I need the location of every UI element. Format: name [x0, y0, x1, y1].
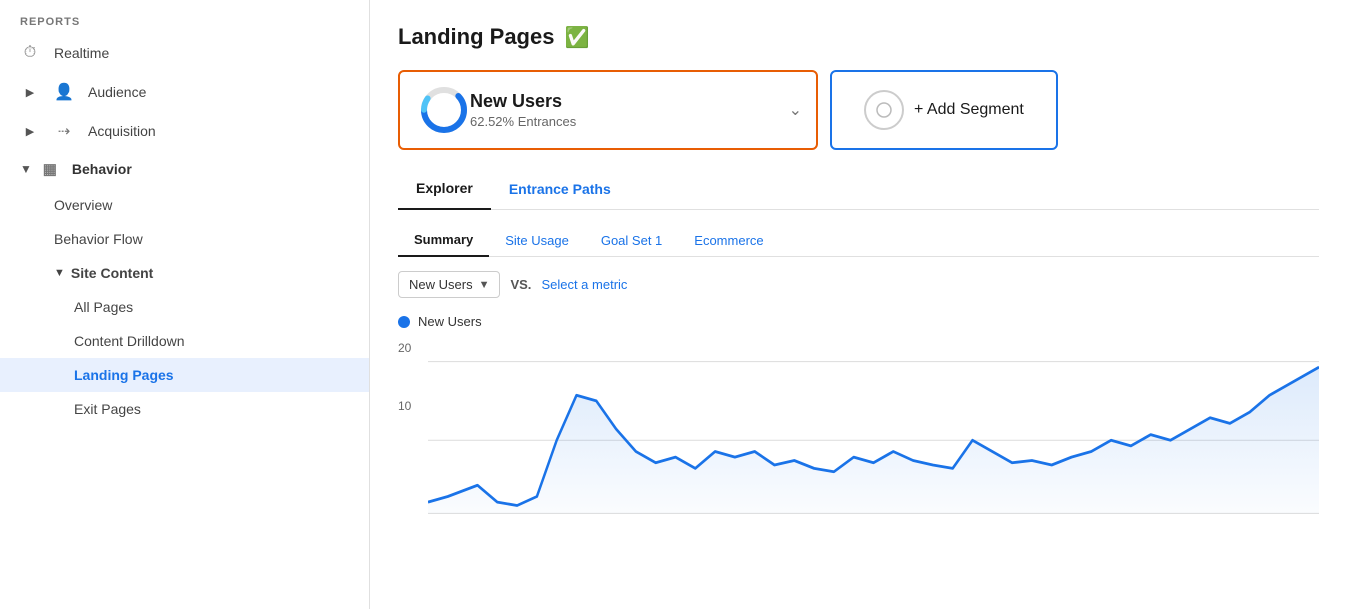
clock-icon: ⏱: [20, 44, 40, 62]
add-segment-label: + Add Segment: [914, 101, 1024, 119]
dropdown-arrow-icon: ▼: [479, 279, 490, 291]
segment-name: New Users: [470, 91, 576, 112]
segment-card-new-users[interactable]: New Users 62.52% Entrances ⌄: [398, 70, 818, 150]
sidebar-item-label: Realtime: [54, 45, 109, 61]
sidebar-item-audience[interactable]: ▶ 👤 Audience: [0, 72, 369, 112]
select-metric-link[interactable]: Select a metric: [541, 277, 627, 292]
add-segment-card[interactable]: + Add Segment: [830, 70, 1058, 150]
legend-label: New Users: [418, 314, 482, 329]
chart-svg: [428, 339, 1319, 519]
legend-dot-new-users: [398, 316, 410, 328]
acquisition-icon: ⇢: [54, 122, 74, 140]
chart-y-label-20: 20: [398, 341, 411, 355]
segment-sub: 62.52% Entrances: [470, 114, 576, 129]
sidebar-item-label: Site Content: [71, 265, 153, 281]
circle-icon: [876, 102, 892, 118]
page-header: Landing Pages ✅: [398, 24, 1319, 50]
add-segment-circle-icon: [864, 90, 904, 130]
vs-label: VS.: [510, 277, 531, 292]
segments-row: New Users 62.52% Entrances ⌄ + Add Segme…: [398, 70, 1319, 150]
page-title: Landing Pages: [398, 24, 554, 50]
sidebar-item-all-pages[interactable]: All Pages: [0, 290, 369, 324]
sidebar-item-label: Exit Pages: [74, 401, 141, 417]
sidebar-item-behavior[interactable]: ▼ ▦ Behavior: [0, 150, 369, 188]
tab-explorer[interactable]: Explorer: [398, 168, 491, 210]
chart-area: 20 10: [398, 339, 1319, 519]
sidebar-item-label: Acquisition: [88, 123, 156, 139]
sidebar-item-acquisition[interactable]: ▶ ⇢ Acquisition: [0, 112, 369, 150]
sub-tab-ecommerce[interactable]: Ecommerce: [678, 225, 779, 256]
sidebar-item-label: Overview: [54, 197, 112, 213]
behavior-expand-icon: ▼: [20, 162, 32, 176]
chart-y-label-10: 10: [398, 399, 411, 413]
sidebar-item-label: Landing Pages: [74, 367, 174, 383]
sidebar-item-label: Behavior Flow: [54, 231, 143, 247]
chart-legend: New Users: [398, 314, 1319, 329]
shield-icon: ✅: [564, 25, 589, 50]
sub-tab-site-usage[interactable]: Site Usage: [489, 225, 585, 256]
sidebar: REPORTS ⏱ Realtime ▶ 👤 Audience ▶ ⇢ Acqu…: [0, 0, 370, 609]
sidebar-item-content-drilldown[interactable]: Content Drilldown: [0, 324, 369, 358]
person-icon: 👤: [54, 82, 74, 102]
sub-tab-summary[interactable]: Summary: [398, 224, 489, 257]
reports-label: REPORTS: [0, 8, 369, 34]
sidebar-item-label: All Pages: [74, 299, 133, 315]
sub-tabs-row: Summary Site Usage Goal Set 1 Ecommerce: [398, 224, 1319, 257]
audience-expand-icon: ▶: [20, 86, 40, 99]
segment-donut-chart: [418, 84, 470, 136]
sidebar-item-behavior-flow[interactable]: Behavior Flow: [0, 222, 369, 256]
sidebar-item-label: Behavior: [72, 161, 132, 177]
segment-dropdown-arrow-icon[interactable]: ⌄: [789, 100, 802, 120]
sidebar-item-exit-pages[interactable]: Exit Pages: [0, 392, 369, 426]
sidebar-item-site-content[interactable]: ▼ Site Content: [0, 256, 369, 290]
sidebar-item-realtime[interactable]: ⏱ Realtime: [0, 34, 369, 72]
metric-dropdown[interactable]: New Users ▼: [398, 271, 500, 298]
segment-info: New Users 62.52% Entrances: [470, 91, 576, 129]
sidebar-item-label: Audience: [88, 84, 146, 100]
behavior-icon: ▦: [40, 160, 60, 178]
tab-entrance-paths[interactable]: Entrance Paths: [491, 169, 629, 209]
sidebar-item-label: Content Drilldown: [74, 333, 185, 349]
main-content: Landing Pages ✅ New Users 62.52% Entranc…: [370, 0, 1347, 609]
site-content-expand-icon: ▼: [54, 267, 65, 279]
sidebar-item-overview[interactable]: Overview: [0, 188, 369, 222]
sidebar-item-landing-pages[interactable]: Landing Pages: [0, 358, 369, 392]
metric-selector-row: New Users ▼ VS. Select a metric: [398, 271, 1319, 298]
acquisition-expand-icon: ▶: [20, 125, 40, 138]
sub-tab-goal-set[interactable]: Goal Set 1: [585, 225, 678, 256]
tabs-row: Explorer Entrance Paths: [398, 168, 1319, 210]
metric-selected-label: New Users: [409, 277, 473, 292]
